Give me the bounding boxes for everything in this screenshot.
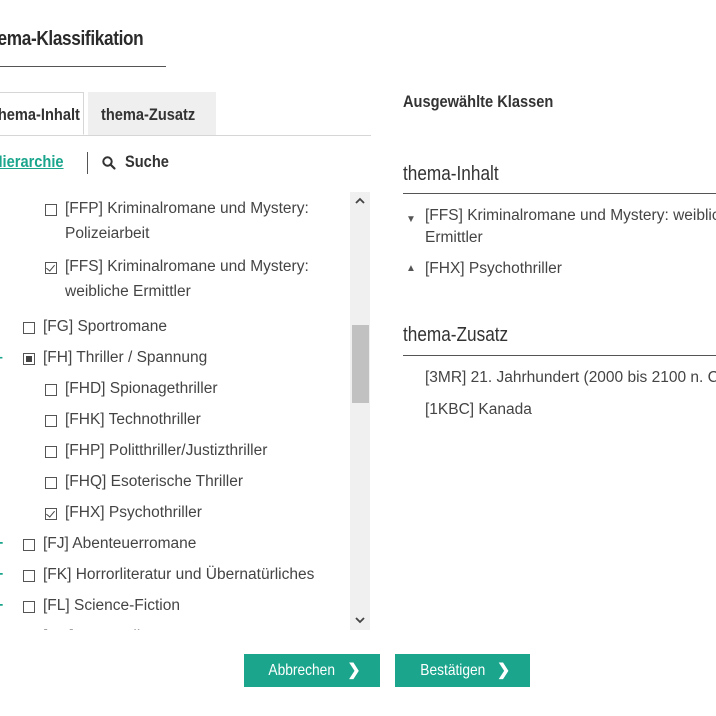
confirm-button-label: Bestätigen bbox=[420, 662, 486, 679]
expand-plus-icon[interactable]: + bbox=[0, 533, 8, 555]
tree-row-label: [FFS] Kriminalromane und Mystery: bbox=[65, 258, 309, 275]
tree-row-label: [FHP] Politthriller/Justizthriller bbox=[65, 442, 268, 459]
tree-checkbox[interactable] bbox=[23, 322, 35, 334]
tree-row-label: [FH] Thriller / Spannung bbox=[43, 349, 208, 366]
tree-checkbox[interactable] bbox=[45, 384, 57, 396]
tab-thema-inhalt[interactable]: thema-Inhalt bbox=[0, 92, 84, 135]
expand-triangle-icon[interactable]: ▲ bbox=[406, 263, 416, 274]
selected-zusatz-item: [1KBC] Kanada bbox=[425, 401, 532, 418]
search-view-link[interactable]: Suche bbox=[125, 152, 169, 172]
tree-row-label: [FHK] Technothriller bbox=[65, 411, 201, 428]
collapse-triangle-icon[interactable]: ▼ bbox=[406, 214, 416, 225]
tree-checkbox[interactable] bbox=[23, 570, 35, 582]
tree-checkbox[interactable] bbox=[23, 353, 35, 365]
selected-inhalt-item: [FHX] Psychothriller bbox=[425, 260, 562, 277]
selected-inhalt-title: thema-Inhalt bbox=[403, 163, 499, 185]
tree-checkbox[interactable] bbox=[23, 601, 35, 613]
view-switch-divider bbox=[87, 152, 88, 174]
tree-row-label: [FM] Fantasyliteratur bbox=[43, 626, 185, 630]
tree-row-label: [FJ] Abenteuerromane bbox=[43, 535, 197, 552]
tree-row-label: [FG] Sportromane bbox=[43, 318, 168, 335]
selected-inhalt-item: [FFS] Kriminalromane und Mystery: weibli… bbox=[425, 207, 716, 224]
tree-row-label: [FHD] Spionagethriller bbox=[65, 380, 218, 397]
tree-row-label-continued: Polizeiarbeit bbox=[65, 225, 150, 242]
cancel-button[interactable]: Abbrechen ❯ bbox=[244, 654, 380, 687]
chevron-right-icon: ❯ bbox=[496, 662, 511, 679]
selected-zusatz-divider bbox=[403, 355, 716, 356]
tree-row-label: [FHX] Psychothriller bbox=[65, 504, 202, 521]
tab-thema-inhalt-label: thema-Inhalt bbox=[0, 105, 80, 124]
selected-zusatz-title: thema-Zusatz bbox=[403, 324, 509, 346]
tree-checkbox[interactable] bbox=[23, 539, 35, 551]
tree-checkbox[interactable] bbox=[45, 477, 57, 489]
tree-checkbox[interactable] bbox=[45, 204, 57, 216]
tree-scrollbar[interactable] bbox=[350, 192, 370, 630]
title-underline bbox=[0, 66, 166, 67]
selected-classes-heading: Ausgewählte Klassen bbox=[403, 92, 554, 111]
hierarchy-view-link[interactable]: Hierarchie bbox=[0, 152, 64, 172]
scroll-thumb[interactable] bbox=[352, 325, 369, 403]
chevron-right-icon: ❯ bbox=[347, 662, 361, 679]
cancel-button-label: Abbrechen bbox=[268, 662, 336, 679]
tab-thema-zusatz-label: thema-Zusatz bbox=[101, 105, 196, 124]
tree-checkbox[interactable] bbox=[45, 508, 57, 520]
expand-plus-icon[interactable]: + bbox=[0, 595, 8, 617]
expand-plus-icon[interactable]: + bbox=[0, 626, 8, 630]
tree-checkbox[interactable] bbox=[45, 446, 57, 458]
tab-thema-zusatz[interactable]: thema-Zusatz bbox=[88, 92, 216, 135]
search-icon[interactable] bbox=[101, 155, 117, 171]
confirm-button[interactable]: Bestätigen ❯ bbox=[395, 654, 530, 687]
selected-zusatz-item: [3MR] 21. Jahrhundert (2000 bis 2100 n. … bbox=[425, 369, 716, 386]
scroll-down-arrow-icon[interactable] bbox=[350, 612, 370, 630]
tree-checkbox[interactable] bbox=[45, 415, 57, 427]
scroll-up-arrow-icon[interactable] bbox=[350, 192, 370, 210]
selected-inhalt-divider bbox=[403, 193, 716, 194]
classification-tree[interactable]: [FFP] Kriminalromane und Mystery: Polizei… bbox=[0, 192, 350, 630]
selected-inhalt-item-continued: Ermittler bbox=[425, 229, 483, 246]
tree-checkbox[interactable] bbox=[45, 262, 57, 274]
tree-row-label-continued: weibliche Ermittler bbox=[65, 283, 191, 300]
dialog-title: thema-Klassifikation bbox=[0, 28, 144, 50]
expand-plus-icon[interactable]: + bbox=[0, 564, 8, 586]
collapse-minus-icon[interactable]: – bbox=[0, 347, 8, 369]
tree-row-label: [FHQ] Esoterische Thriller bbox=[65, 473, 244, 490]
tree-row-label: [FL] Science-Fiction bbox=[43, 597, 180, 614]
tree-row-label: [FK] Horrorliteratur und Übernatürliches bbox=[43, 566, 315, 583]
tree-row-label: [FFP] Kriminalromane und Mystery: bbox=[65, 200, 309, 217]
